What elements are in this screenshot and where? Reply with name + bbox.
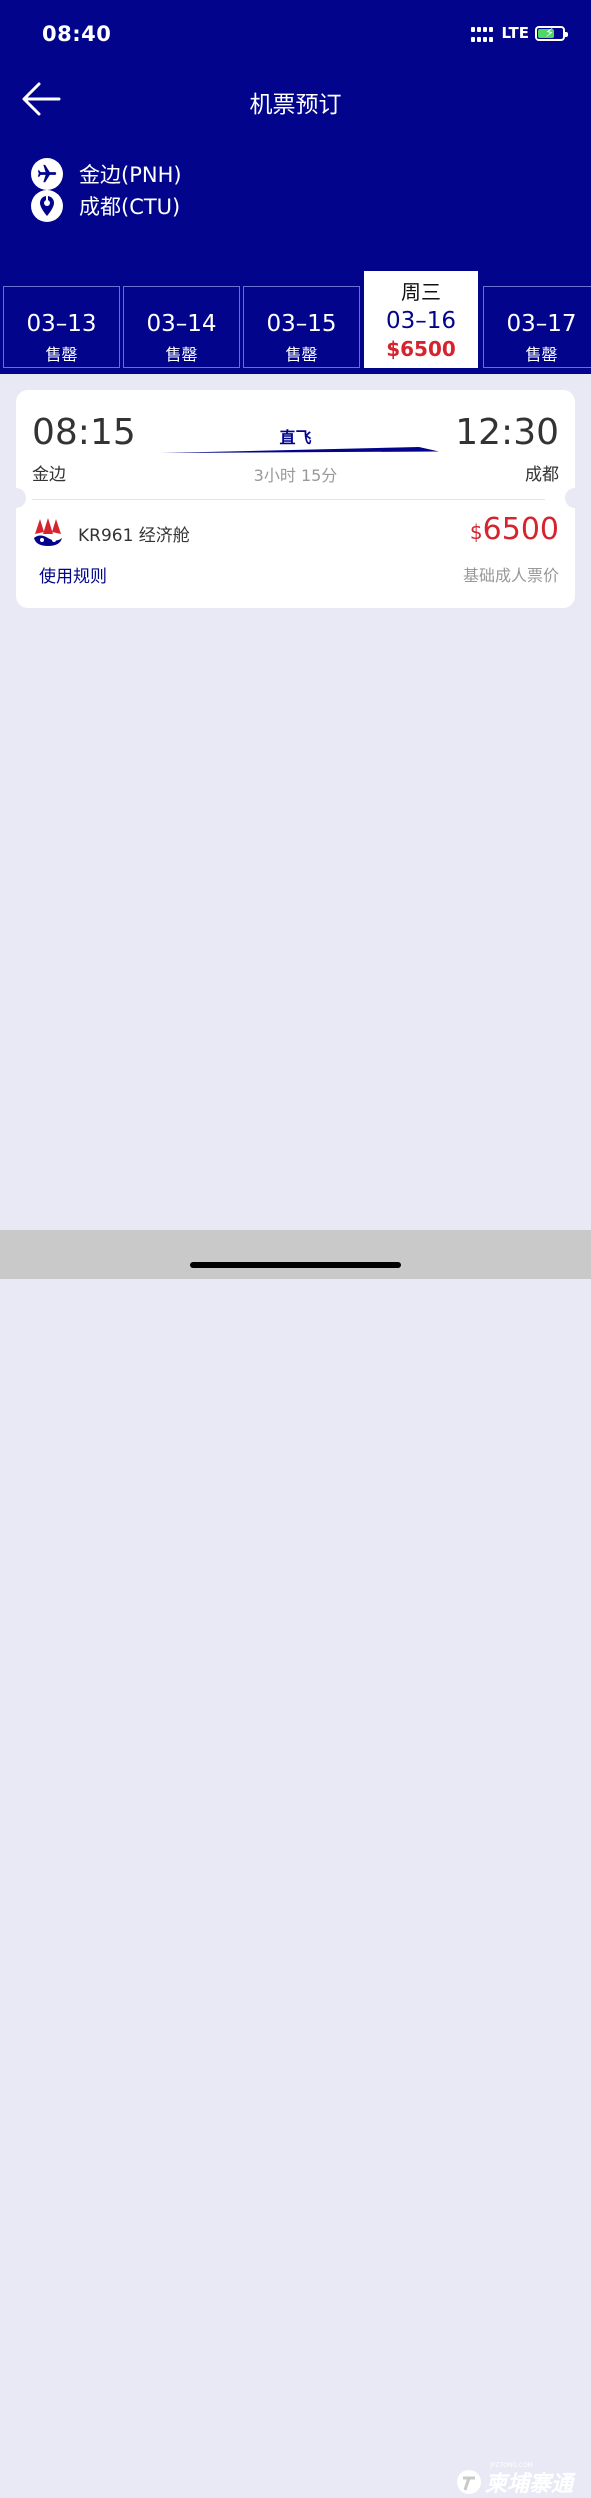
sold-out-label: 售罄 [45,345,78,364]
route-arrow-icon [161,447,439,453]
date-tab-03-13[interactable]: 03–13 售罄 [3,286,120,368]
flight-duration: 3小时 15分 [253,466,338,485]
destination-label: 成都(CTU) [79,195,181,219]
sold-out-label: 售罄 [525,345,558,364]
divider [32,499,545,500]
usage-rules-link[interactable]: 使用规则 [39,562,107,587]
date-label: 03–13 [26,311,97,337]
watermark-text: 柬埔寨通 [484,2472,573,2497]
header: 08:40 LTE ⚡ 机票预订 金边(PNH) 成都(CTU) 03–13 售… [0,0,591,374]
airline-logo-icon [34,518,62,546]
home-indicator[interactable] [190,1262,401,1268]
date-label: 03–15 [266,311,337,337]
sold-out-label: 售罄 [285,345,318,364]
flight-number-cabin: KR961 经济舱 [78,526,190,546]
currency-symbol: $ [469,520,483,544]
bottom-bar: 柬埔寨通 JPZTONG.COM [0,1230,591,2497]
page-title: 机票预订 [249,92,342,118]
watermark-logo-icon [456,2470,481,2494]
route-summary: 金边(PNH) 成都(CTU) [31,158,182,222]
watermark-url: JPZTONG.COM [489,2462,533,2469]
sold-out-label: 售罄 [165,345,198,364]
battery-icon: ⚡ [535,25,568,41]
date-label: 03–16 [385,308,457,334]
plane-icon [31,158,63,190]
date-tab-03-15[interactable]: 03–15 售罄 [243,286,360,368]
date-label: 03–17 [506,311,577,337]
flight-card[interactable]: 08:15 12:30 金边 成都 直飞 3小时 15分 KR961 经济舱 $… [6,390,585,608]
route-connector [46,190,48,203]
date-tab-03-17[interactable]: 03–17 售罄 [483,286,591,368]
status-time: 08:40 [42,22,112,46]
watermark: 柬埔寨通 JPZTONG.COM [456,2462,573,2498]
price-value: 6500 [482,512,559,547]
signal-icon [471,25,495,42]
date-tab-03-14[interactable]: 03–14 售罄 [123,286,240,368]
date-label: 03–14 [146,311,217,337]
ticket-price: $6500 [470,512,559,547]
ticket-notch [565,488,585,508]
date-selector: 03–13 售罄 03–14 售罄 03–15 售罄 周三 03–16 $650… [0,271,591,368]
weekday-label: 周三 [401,280,441,304]
fare-note: 基础成人票价 [462,566,559,585]
status-icons: LTE ⚡ [471,24,568,42]
date-tab-03-16-selected[interactable]: 周三 03–16 $6500 [364,271,478,368]
network-type: LTE [501,24,529,42]
ticket-notch [6,488,26,508]
origin-label: 金边(PNH) [79,163,182,187]
date-price: $6500 [386,337,456,361]
